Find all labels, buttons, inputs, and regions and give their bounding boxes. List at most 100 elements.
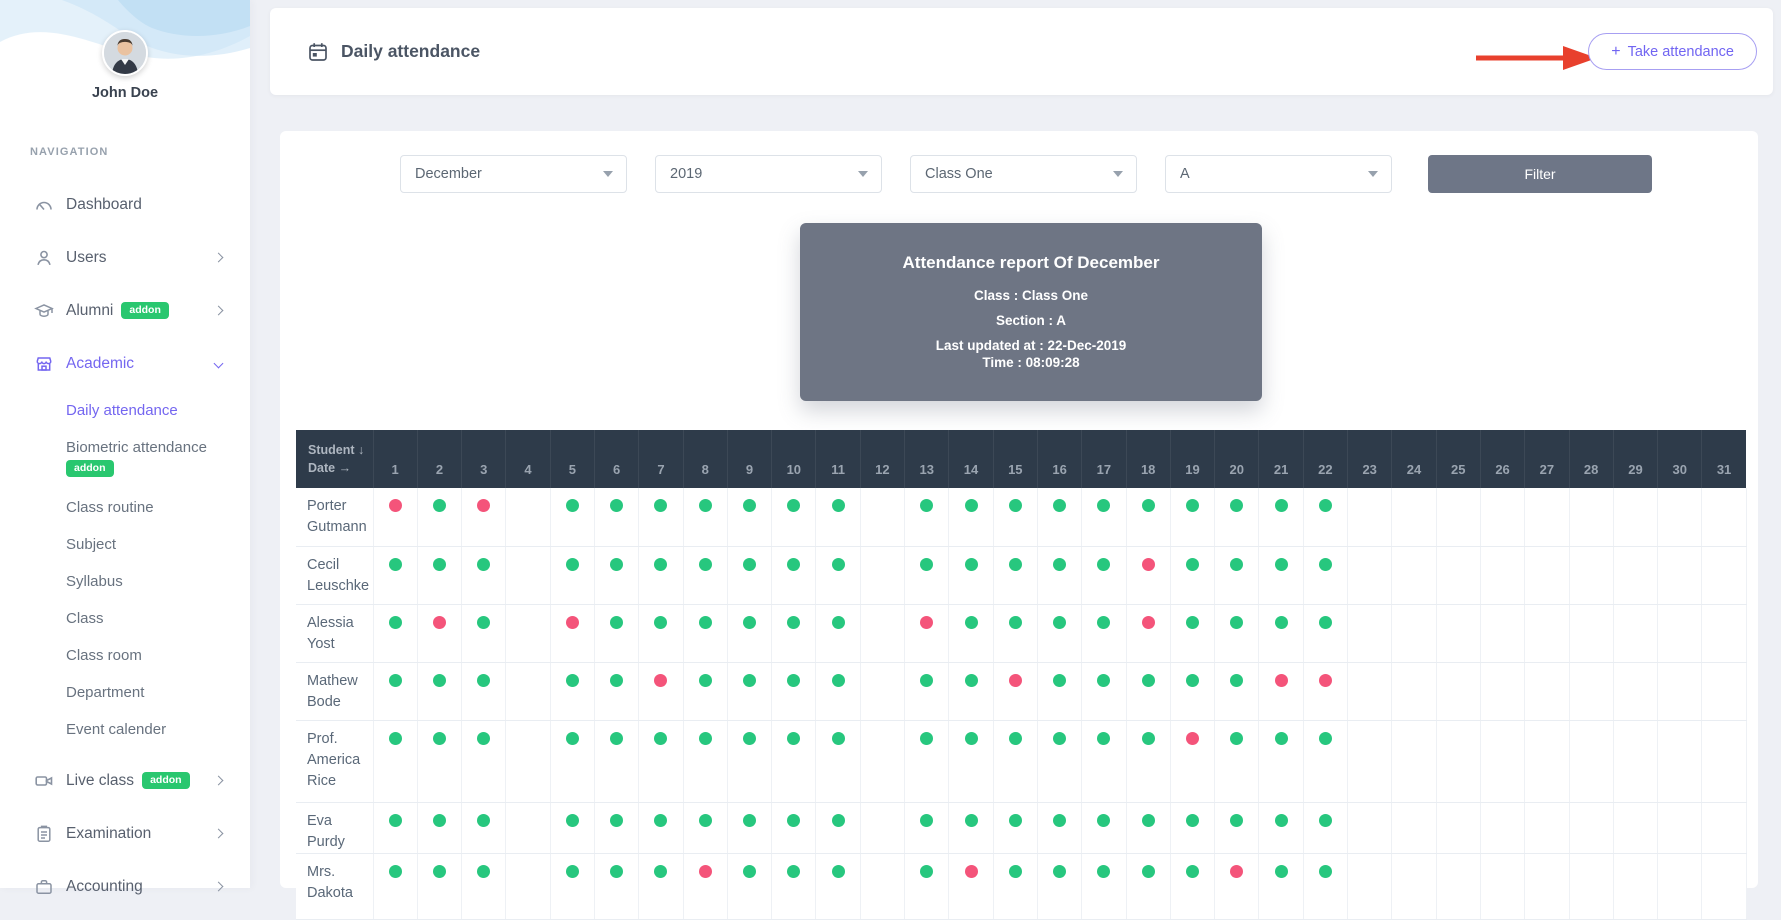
submenu-item-event-calender[interactable]: Event calender (0, 711, 250, 748)
section-select[interactable]: A (1165, 155, 1392, 193)
present-dot (610, 499, 623, 512)
present-dot (610, 814, 623, 827)
present-dot (566, 732, 579, 745)
sidebar-item-users[interactable]: Users (0, 231, 250, 284)
attendance-cell (816, 662, 860, 720)
present-dot (566, 558, 579, 571)
attendance-cell (550, 546, 594, 604)
attendance-cell (1170, 488, 1214, 546)
class-select[interactable]: Class One (910, 155, 1137, 193)
present-dot (1230, 558, 1243, 571)
present-dot (743, 674, 756, 687)
attendance-cell (1126, 720, 1170, 802)
report-time: Time : 08:09:28 (800, 355, 1262, 370)
class-select-wrap: Class One (910, 155, 1137, 193)
submenu-item-label: Biometric attendance (66, 439, 222, 456)
present-dot (1186, 558, 1199, 571)
attendance-cell (639, 853, 683, 919)
attendance-cell (1215, 488, 1259, 546)
submenu-item-class[interactable]: Class (0, 600, 250, 637)
attendance-cell (1525, 853, 1569, 919)
day-column-header: 26 (1480, 430, 1524, 488)
sidebar-item-alumni[interactable]: Alumniaddon (0, 284, 250, 337)
day-column-header: 2 (417, 430, 461, 488)
examination-icon (34, 824, 54, 844)
submenu-item-class-room[interactable]: Class room (0, 637, 250, 674)
submenu-item-biometric-attendance[interactable]: Biometric attendanceaddon (0, 429, 250, 489)
attendance-cell (550, 853, 594, 919)
sidebar-item-dashboard[interactable]: Dashboard (0, 178, 250, 231)
attendance-cell (417, 853, 461, 919)
attendance-cell (1658, 802, 1702, 853)
attendance-cell (727, 802, 771, 853)
attendance-cell (1569, 720, 1613, 802)
submenu-item-syllabus[interactable]: Syllabus (0, 563, 250, 600)
sidebar-item-academic[interactable]: Academic (0, 337, 250, 390)
sidebar-item-accounting[interactable]: Accounting (0, 860, 250, 913)
table-row: Eva Purdy (296, 802, 1746, 853)
present-dot (1097, 865, 1110, 878)
present-dot (389, 616, 402, 629)
attendance-cell (1436, 802, 1480, 853)
page-title-group: Daily attendance (308, 8, 480, 95)
day-column-header: 1 (373, 430, 417, 488)
attendance-cell (506, 604, 550, 662)
attendance-cell (639, 488, 683, 546)
present-dot (920, 499, 933, 512)
attendance-cell (772, 802, 816, 853)
attendance-cell (1480, 662, 1524, 720)
present-dot (1230, 814, 1243, 827)
attendance-cell (506, 662, 550, 720)
present-dot (920, 674, 933, 687)
attendance-cell (1170, 662, 1214, 720)
attendance-cell (772, 662, 816, 720)
year-select[interactable]: 2019 (655, 155, 882, 193)
attendance-cell (772, 546, 816, 604)
attendance-cell (816, 604, 860, 662)
present-dot (1319, 814, 1332, 827)
attendance-cell (683, 802, 727, 853)
present-dot (477, 732, 490, 745)
attendance-cell (1215, 720, 1259, 802)
submenu-item-class-routine[interactable]: Class routine (0, 489, 250, 526)
attendance-cell (1702, 853, 1746, 919)
sidebar-item-examination[interactable]: Examination (0, 807, 250, 860)
month-select[interactable]: December (400, 155, 627, 193)
accounting-icon (34, 877, 54, 897)
attendance-cell (727, 720, 771, 802)
attendance-cell (1392, 853, 1436, 919)
present-dot (1142, 732, 1155, 745)
sidebar-item-live-class[interactable]: Live classaddon (0, 754, 250, 807)
submenu-item-department[interactable]: Department (0, 674, 250, 711)
liveclass-icon (34, 771, 54, 791)
attendance-cell (1215, 853, 1259, 919)
present-dot (1186, 616, 1199, 629)
attendance-cell (1082, 802, 1126, 853)
present-dot (787, 499, 800, 512)
take-attendance-button[interactable]: + Take attendance (1588, 33, 1757, 70)
attendance-cell (1215, 604, 1259, 662)
attendance-table: Student ↓ Date → 12345678910111213141516… (296, 430, 1747, 920)
present-dot (1009, 616, 1022, 629)
present-dot (920, 865, 933, 878)
attendance-cell (462, 720, 506, 802)
take-attendance-label: Take attendance (1628, 44, 1734, 60)
plus-icon: + (1611, 44, 1620, 60)
attendance-cell (993, 802, 1037, 853)
attendance-cell (1613, 853, 1657, 919)
student-name: Porter Gutmann (296, 488, 373, 546)
filter-button[interactable]: Filter (1428, 155, 1652, 193)
attendance-cell (417, 546, 461, 604)
present-dot (1142, 814, 1155, 827)
absent-dot (1319, 674, 1332, 687)
attendance-cell (462, 662, 506, 720)
attendance-cell (594, 720, 638, 802)
addon-badge: addon (121, 302, 169, 319)
day-column-header: 11 (816, 430, 860, 488)
submenu-item-subject[interactable]: Subject (0, 526, 250, 563)
attendance-cell (1037, 853, 1081, 919)
attendance-cell (594, 488, 638, 546)
attendance-cell (1613, 802, 1657, 853)
attendance-cell (1436, 662, 1480, 720)
submenu-item-daily-attendance[interactable]: Daily attendance (0, 392, 250, 429)
